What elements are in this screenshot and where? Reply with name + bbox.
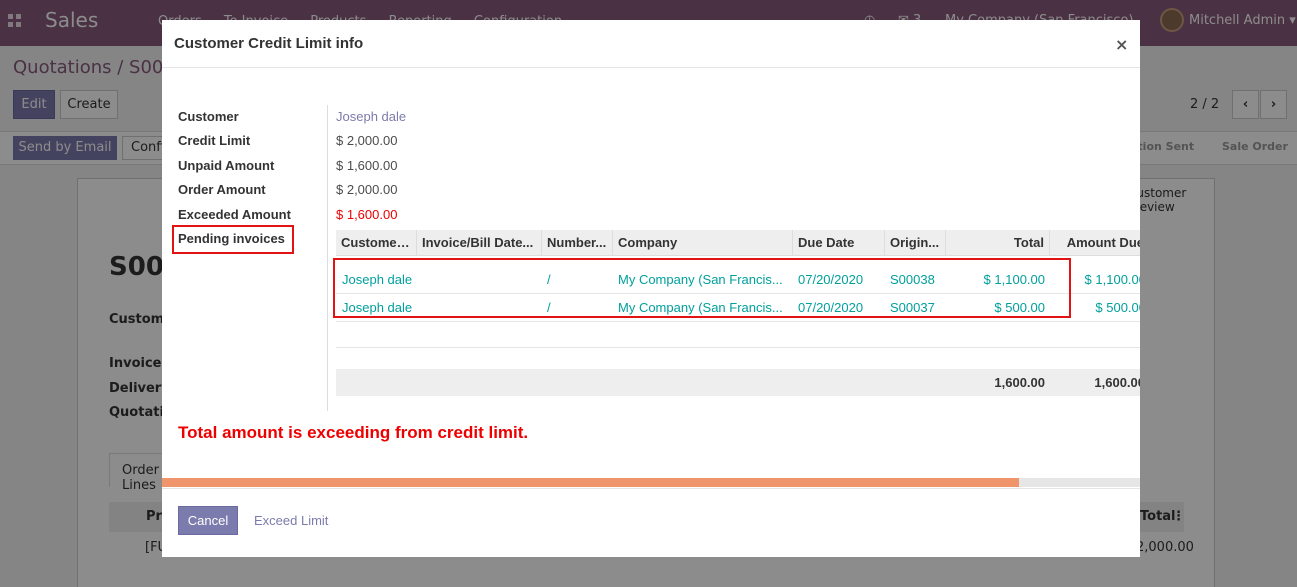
credit-limit-dialog: Customer Credit Limit info × Customer Jo…: [162, 20, 1140, 557]
empty-row: [336, 348, 1140, 369]
order-amount-label: Order Amount: [178, 182, 266, 197]
col-due-date[interactable]: Due Date: [793, 230, 885, 256]
field-divider: [327, 105, 328, 411]
dialog-footer: Cancel Exceed Limit: [162, 488, 1140, 557]
invoice-rows-highlight: [333, 258, 1071, 318]
unpaid-amount-value: $ 1,600.00: [336, 158, 398, 173]
col-amount-due[interactable]: Amount Due: [1050, 230, 1140, 256]
credit-limit-warning: Total amount is exceeding from credit li…: [178, 423, 529, 442]
cancel-button[interactable]: Cancel: [178, 506, 238, 535]
col-customer[interactable]: Customer...: [336, 230, 417, 256]
dialog-title: Customer Credit Limit info: [174, 35, 364, 52]
exceeded-amount-value: $ 1,600.00: [336, 207, 398, 222]
credit-usage-progress: [162, 478, 1140, 487]
progress-fill: [162, 478, 1019, 487]
order-amount-value: $ 2,000.00: [336, 182, 398, 197]
unpaid-amount-label: Unpaid Amount: [178, 158, 275, 173]
col-invoice-date[interactable]: Invoice/Bill Date...: [417, 230, 542, 256]
close-icon[interactable]: ×: [1115, 35, 1128, 54]
dialog-header: Customer Credit Limit info ×: [162, 20, 1140, 68]
exceed-limit-button[interactable]: Exceed Limit: [254, 506, 328, 535]
exceeded-amount-label: Exceeded Amount: [178, 207, 291, 222]
col-total[interactable]: Total: [946, 230, 1050, 256]
col-company[interactable]: Company: [613, 230, 793, 256]
col-number[interactable]: Number...: [542, 230, 613, 256]
pending-invoices-highlight: [172, 225, 294, 254]
credit-limit-value: $ 2,000.00: [336, 133, 398, 148]
table-footer: 1,600.00 1,600.00: [336, 369, 1140, 396]
customer-field-value[interactable]: Joseph dale: [336, 109, 406, 124]
table-header: Customer... Invoice/Bill Date... Number.…: [336, 230, 1140, 256]
empty-row: [336, 322, 1140, 348]
footer-total: 1,600.00: [994, 375, 1045, 390]
credit-limit-label: Credit Limit: [178, 133, 251, 148]
footer-amount-due: 1,600.00: [1094, 375, 1140, 390]
col-origin[interactable]: Origin...: [885, 230, 946, 256]
customer-field-label: Customer: [178, 109, 239, 124]
